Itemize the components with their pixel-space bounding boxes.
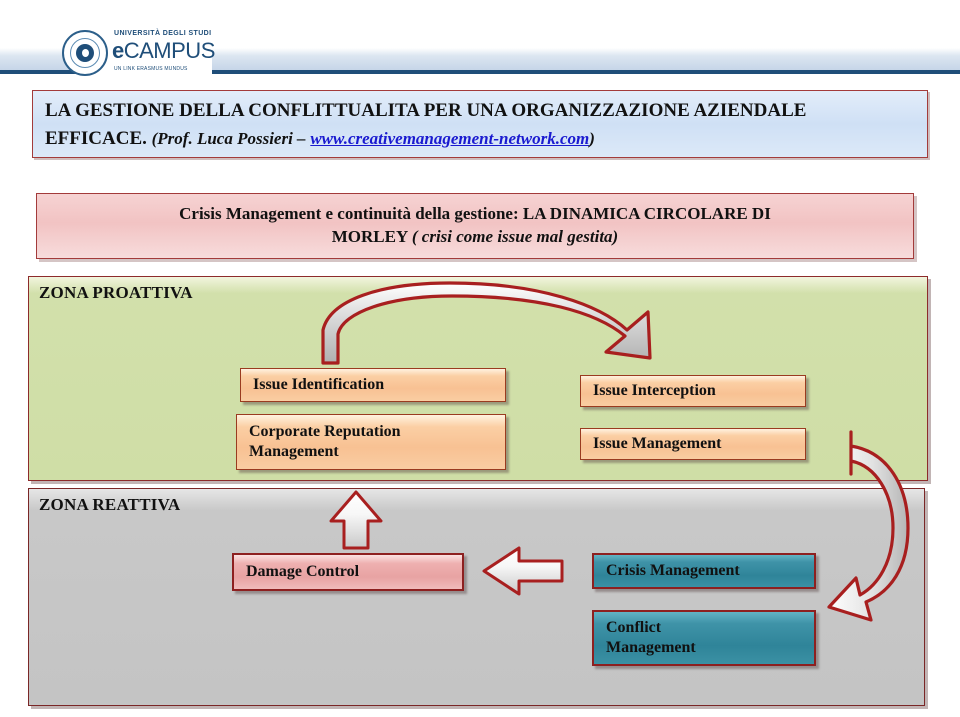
slide-title-main: EFFICACE. [45,127,147,149]
university-seal-icon [62,30,108,76]
box-damage-control-label: Damage Control [246,563,360,580]
slide-title-author: (Prof. Luca Possieri – [151,128,306,148]
logo-wordmark-e: e [112,38,124,63]
box-conflict-management[interactable]: Conflict Management [592,610,816,666]
subtitle-banner: Crisis Management e continuità della ges… [36,193,914,259]
subtitle-line-2-main: MORLEY [331,227,408,246]
box-conflict-management-line-1: Conflict [606,619,662,636]
slide-title-line-2: EFFICACE. (Prof. Luca Possieri – www.cre… [45,125,915,153]
box-corporate-reputation-line-1: Corporate Reputation [249,423,401,440]
subtitle-line-2-italic: ( crisi come issue mal gestita) [411,227,619,246]
box-corporate-reputation-management[interactable]: Corporate Reputation Management [236,414,506,470]
box-crisis-management-label: Crisis Management [606,562,740,579]
logo-sub-line: UN LINK ERASMUS MUNDUS [114,66,188,72]
subtitle-text: Crisis Management e continuità della ges… [153,203,797,249]
zone-reactive: ZONA REATTIVA [28,488,925,706]
box-issue-identification[interactable]: Issue Identification [240,368,506,402]
slide-title-paren-close: ) [589,128,595,148]
box-conflict-management-line-2: Management [606,639,696,656]
box-crisis-management[interactable]: Crisis Management [592,553,816,589]
box-corporate-reputation-line-2: Management [249,443,339,460]
logo-wordmark-text: CAMPUS [123,38,216,63]
slide-title-link[interactable]: www.creativemanagement-network.com [310,129,589,148]
slide-canvas: UNIVERSITÀ DEGLI STUDI eCAMPUS UN LINK E… [0,0,960,717]
logo-top-line: UNIVERSITÀ DEGLI STUDI [114,30,212,37]
box-issue-management-label: Issue Management [593,435,722,452]
box-conflict-management-label: Conflict Management [606,618,696,658]
slide-title-line-1: LA GESTIONE DELLA CONFLITTUALITA PER UNA… [45,100,807,121]
box-corporate-reputation-management-label: Corporate Reputation Management [249,422,401,462]
box-issue-management[interactable]: Issue Management [580,428,806,460]
zone-reactive-label: ZONA REATTIVA [39,495,181,514]
subtitle-line-1: Crisis Management e continuità della ges… [179,204,771,224]
logo-wordmark: eCAMPUS [112,38,215,64]
zone-proactive-label: ZONA PROATTIVA [39,283,193,302]
ecampus-logo: UNIVERSITÀ DEGLI STUDI eCAMPUS UN LINK E… [62,28,215,80]
box-issue-interception[interactable]: Issue Interception [580,375,806,407]
box-issue-identification-label: Issue Identification [253,376,385,393]
box-issue-interception-label: Issue Interception [593,382,716,399]
seal-inner-dot [82,49,89,57]
slide-title-box: LA GESTIONE DELLA CONFLITTUALITA PER UNA… [32,90,928,158]
box-damage-control[interactable]: Damage Control [232,553,464,591]
